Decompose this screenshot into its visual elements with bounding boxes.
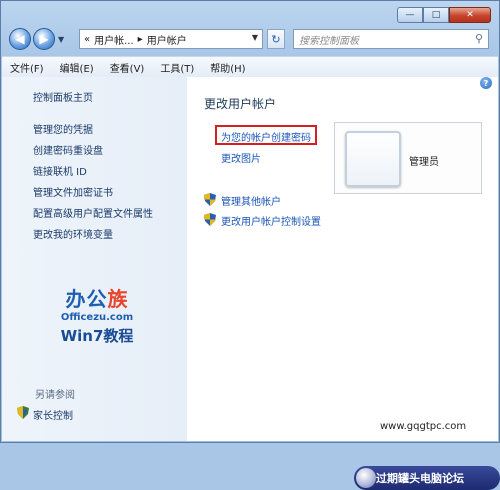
change-picture-link[interactable]: 更改图片 (221, 150, 261, 165)
manage-encryption-certs-link[interactable]: 管理文件加密证书 (33, 184, 113, 199)
navigation-bar: ◀ ▶ ▼ « 用户帐... ▸ 用户帐户 ▼ ↻ 搜索控制面板 ⚲ (9, 27, 489, 51)
search-placeholder: 搜索控制面板 (299, 35, 359, 47)
menu-help[interactable]: 帮助(H) (210, 60, 245, 75)
help-icon[interactable]: ? (480, 77, 492, 89)
advanced-profile-properties-link[interactable]: 配置高级用户配置文件属性 (33, 205, 153, 220)
menu-view[interactable]: 查看(V) (110, 60, 145, 75)
back-arrow-icon[interactable]: ◀ (9, 28, 31, 50)
menu-tools[interactable]: 工具(T) (160, 60, 194, 75)
environment-variables-link[interactable]: 更改我的环境变量 (33, 226, 113, 241)
see-also-heading: 另请参阅 (35, 390, 75, 401)
page-title: 更改用户帐户 (204, 97, 277, 111)
forward-arrow-icon[interactable]: ▶ (33, 28, 55, 50)
maximize-button[interactable]: □ (423, 7, 449, 23)
user-avatar[interactable] (345, 131, 401, 187)
manage-credentials-link[interactable]: 管理您的凭据 (33, 121, 93, 136)
manage-other-accounts-link[interactable]: 管理其他帐户 (221, 193, 281, 208)
user-account-tile: 管理员 (334, 122, 482, 194)
breadcrumb-separator-icon[interactable]: ▸ (138, 34, 143, 45)
search-icon[interactable]: ⚲ (475, 32, 483, 45)
forum-site-url: www.gqgtpc.com (380, 421, 467, 432)
uac-shield-icon (204, 213, 216, 226)
menu-file[interactable]: 文件(F) (10, 60, 44, 75)
breadcrumb-user-accounts[interactable]: 用户帐户 (147, 32, 187, 47)
address-dropdown-icon[interactable]: ▼ (252, 33, 258, 42)
window: — □ ✕ ◀ ▶ ▼ « 用户帐... ▸ 用户帐户 ▼ ↻ 搜索控制面板 ⚲… (0, 0, 500, 490)
officezu-watermark: 办公族 Officezu.com Win7教程 (56, 283, 138, 346)
address-bar[interactable]: « 用户帐... ▸ 用户帐户 ▼ (79, 29, 263, 49)
close-button[interactable]: ✕ (449, 7, 491, 23)
forum-badge-text: 过期罐头电脑论坛 (376, 472, 464, 485)
refresh-icon[interactable]: ↻ (267, 29, 285, 49)
link-online-id-link[interactable]: 链接联机 ID (33, 163, 87, 178)
user-name: 管理员 (409, 157, 439, 168)
watermark-url: Officezu.com (60, 312, 134, 323)
left-pane: 控制面板主页 管理您的凭据 创建密码重设盘 链接联机 ID 管理文件加密证书 配… (2, 77, 187, 441)
caption-buttons: — □ ✕ (397, 7, 491, 23)
forum-logo-icon (356, 468, 376, 488)
menu-bar: 文件(F) 编辑(E) 查看(V) 工具(T) 帮助(H) (2, 56, 498, 78)
address-prefix[interactable]: « (84, 34, 90, 45)
forum-badge: 过期罐头电脑论坛 (354, 466, 500, 490)
watermark-win7: Win7教程 (60, 327, 134, 345)
control-panel-home-link[interactable]: 控制面板主页 (33, 89, 93, 104)
content-area: 控制面板主页 管理您的凭据 创建密码重设盘 链接联机 ID 管理文件加密证书 配… (2, 77, 500, 490)
breadcrumb-user-accounts-parent[interactable]: 用户帐... (94, 32, 134, 47)
uac-settings-link[interactable]: 更改用户帐户控制设置 (221, 213, 321, 228)
create-password-link[interactable]: 为您的帐户创建密码 (221, 129, 311, 144)
parental-controls-shield-icon (17, 406, 29, 419)
watermark-logo: 办公族 (65, 287, 129, 311)
menu-edit[interactable]: 编辑(E) (60, 60, 94, 75)
uac-shield-icon (204, 193, 216, 206)
create-reset-disk-link[interactable]: 创建密码重设盘 (33, 142, 103, 157)
parental-controls-link[interactable]: 家长控制 (33, 407, 73, 422)
search-input[interactable]: 搜索控制面板 ⚲ (293, 29, 489, 49)
recent-pages-dropdown-icon[interactable]: ▼ (58, 35, 64, 44)
minimize-button[interactable]: — (397, 7, 423, 23)
